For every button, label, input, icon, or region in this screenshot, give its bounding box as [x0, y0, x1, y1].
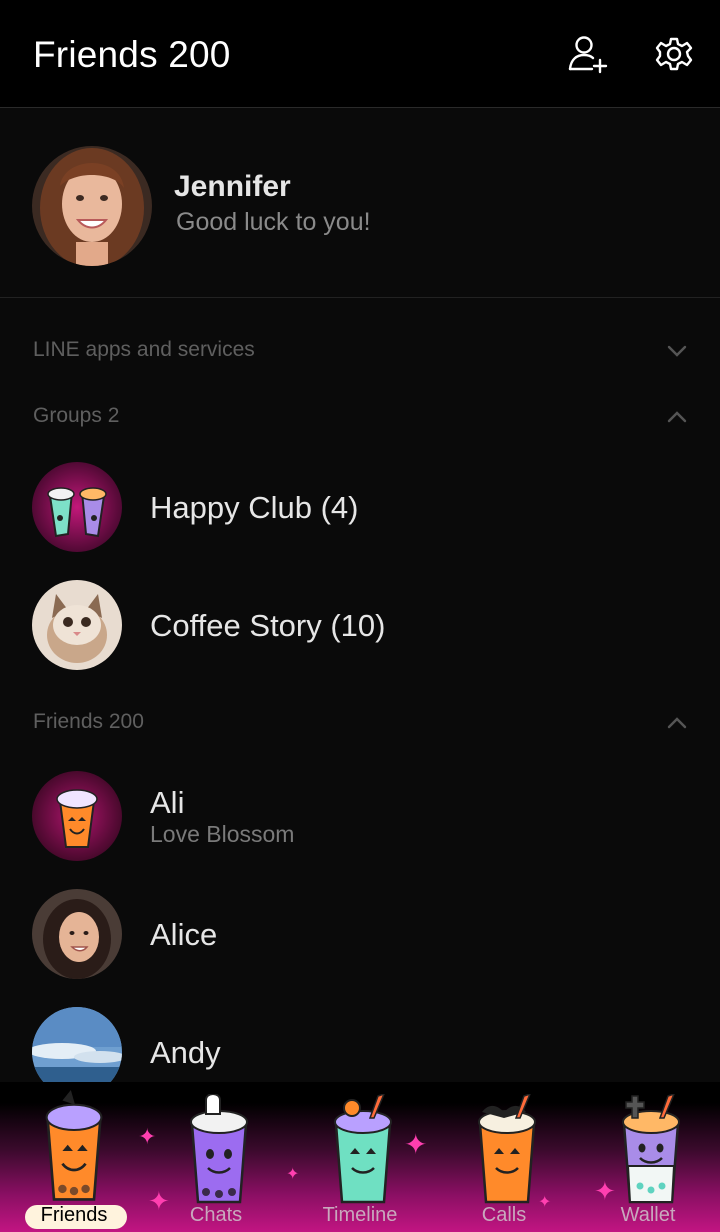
group-avatar	[32, 462, 122, 552]
add-friend-icon[interactable]	[566, 32, 610, 76]
friend-name: Alice	[150, 917, 218, 952]
tab-friends[interactable]: Friends	[2, 1082, 146, 1232]
wallet-tab-icon	[622, 1094, 680, 1204]
tab-label: Wallet	[620, 1204, 676, 1226]
timeline-tab-icon	[334, 1094, 392, 1204]
tab-label: Chats	[189, 1204, 243, 1226]
bottom-tab-bar: ✦ ✦ ✦ ✦ ✦ ✦ Friends Chats Timeline Calls…	[0, 1082, 720, 1232]
tab-label: Calls	[481, 1204, 527, 1226]
group-avatar	[32, 580, 122, 670]
calls-tab-icon	[478, 1094, 536, 1204]
friend-avatar	[32, 771, 122, 861]
friend-row[interactable]: Alice	[0, 875, 720, 993]
profile-status-message: Good luck to you!	[176, 208, 371, 236]
tab-label: Friends	[40, 1204, 108, 1226]
top-bar: Friends 200	[0, 0, 720, 108]
section-label: LINE apps and services	[33, 338, 255, 361]
friend-name: Andy	[150, 1035, 221, 1070]
chevron-down-icon	[667, 345, 687, 357]
group-name: Coffee Story (10)	[150, 608, 386, 643]
tab-calls[interactable]: Calls	[432, 1082, 576, 1232]
friend-avatar	[32, 889, 122, 979]
section-line-apps[interactable]: LINE apps and services	[0, 330, 720, 370]
friend-status-message: Love Blossom	[150, 821, 295, 847]
gear-icon[interactable]	[652, 32, 696, 76]
chevron-up-icon	[667, 717, 687, 729]
chats-tab-icon	[190, 1094, 248, 1204]
friend-name: Ali	[150, 785, 185, 820]
tab-timeline[interactable]: Timeline	[288, 1082, 432, 1232]
tab-label: Timeline	[322, 1204, 398, 1226]
section-label: Friends 200	[33, 710, 144, 733]
profile-name: Jennifer	[174, 170, 291, 203]
group-row[interactable]: Coffee Story (10)	[0, 566, 720, 684]
group-row[interactable]: Happy Club (4)	[0, 448, 720, 566]
tab-wallet[interactable]: Wallet	[576, 1082, 720, 1232]
friend-row[interactable]: Ali Love Blossom	[0, 757, 720, 875]
friends-tab-icon	[45, 1090, 103, 1201]
section-label: Groups 2	[33, 404, 120, 427]
my-profile[interactable]: Jennifer Good luck to you!	[0, 108, 720, 298]
profile-avatar[interactable]	[32, 146, 152, 266]
page-title: Friends 200	[33, 34, 231, 75]
section-friends[interactable]: Friends 200	[0, 702, 720, 742]
chevron-up-icon	[667, 411, 687, 423]
section-groups[interactable]: Groups 2	[0, 396, 720, 436]
group-name: Happy Club (4)	[150, 490, 359, 525]
tab-chats[interactable]: Chats	[144, 1082, 288, 1232]
